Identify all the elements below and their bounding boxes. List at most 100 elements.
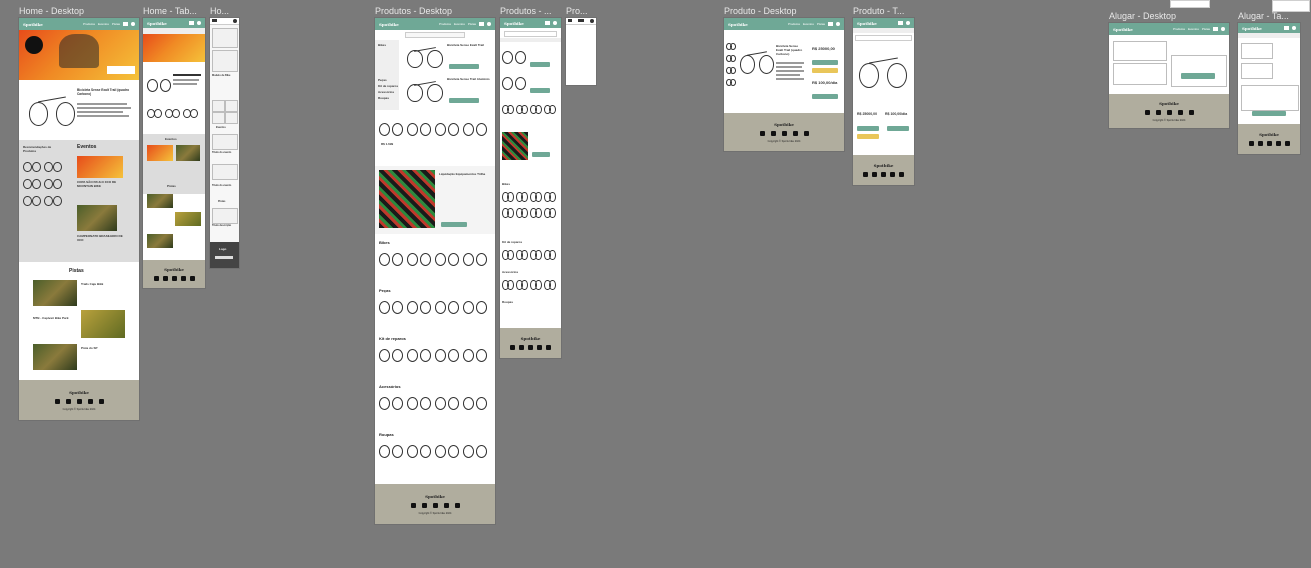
user-icon[interactable]	[197, 21, 201, 25]
facebook-icon[interactable]	[76, 398, 82, 404]
user-icon[interactable]	[233, 19, 237, 23]
frame-label-alugar-tablet[interactable]: Alugar - Ta...	[1238, 11, 1289, 21]
youtube-icon[interactable]	[1188, 109, 1194, 115]
facebook-icon[interactable]	[171, 276, 177, 281]
category-tabs[interactable]	[500, 38, 561, 42]
frame-label-produtos-mobile[interactable]: Pro...	[566, 6, 588, 16]
menu-icon[interactable]	[568, 19, 572, 22]
address-box[interactable]	[1113, 41, 1167, 61]
rent-button[interactable]	[812, 94, 838, 99]
search-input[interactable]	[855, 35, 912, 41]
linkedin-icon[interactable]	[54, 398, 60, 404]
user-icon[interactable]	[906, 21, 910, 25]
twitter-icon[interactable]	[1275, 141, 1281, 146]
nav-link-pistas[interactable]: Pistas	[112, 22, 120, 26]
user-icon[interactable]	[131, 22, 135, 26]
twitter-icon[interactable]	[1177, 109, 1183, 115]
equipment-buy-button[interactable]	[441, 222, 467, 227]
search-input[interactable]	[405, 32, 465, 38]
nav-link-eventos[interactable]: Eventos	[803, 22, 814, 26]
sidebar-item-acessorios[interactable]: Acessórios	[378, 90, 394, 94]
logo[interactable]: Spotbike	[23, 22, 43, 27]
product2-buy-button[interactable]	[449, 98, 479, 103]
frame-label-produto-desktop[interactable]: Produto - Desktop	[724, 6, 797, 16]
nav-link-produtos[interactable]: Produtos	[83, 22, 95, 26]
youtube-icon[interactable]	[899, 172, 904, 177]
twitter-icon[interactable]	[180, 276, 186, 281]
logo[interactable]: Spotbike	[147, 21, 167, 26]
facebook-icon[interactable]	[781, 130, 787, 136]
linkedin-icon[interactable]	[1144, 109, 1150, 115]
facebook-icon[interactable]	[1166, 109, 1172, 115]
event2-image[interactable]	[176, 145, 200, 161]
nav-link-produtos[interactable]: Produtos	[788, 22, 800, 26]
linkedin-icon[interactable]	[510, 345, 515, 350]
facebook-icon[interactable]	[1266, 141, 1272, 146]
facebook-icon[interactable]	[528, 345, 533, 350]
track3-image[interactable]	[147, 234, 173, 248]
event1-image[interactable]	[77, 156, 123, 178]
nav-link-pistas[interactable]: Pistas	[1202, 27, 1210, 31]
nav-link-pistas[interactable]: Pistas	[817, 22, 825, 26]
frame-label-produto-tablet[interactable]: Produto - T...	[853, 6, 904, 16]
confirm-rent-button[interactable]	[1181, 73, 1215, 79]
nav-link-eventos[interactable]: Eventos	[454, 22, 465, 26]
add-to-cart-button[interactable]	[857, 134, 879, 139]
frame-label-home-desktop[interactable]: Home - Desktop	[19, 6, 84, 16]
track2-image[interactable]	[175, 212, 201, 226]
twitter-icon[interactable]	[890, 172, 895, 177]
youtube-icon[interactable]	[98, 398, 104, 404]
buy-button[interactable]	[857, 126, 879, 131]
youtube-icon[interactable]	[189, 276, 195, 281]
twitter-icon[interactable]	[537, 345, 542, 350]
sidebar-item-pecas[interactable]: Peças	[378, 78, 387, 82]
nav-link-eventos[interactable]: Eventos	[98, 22, 109, 26]
frame-label-home-mobile[interactable]: Ho...	[210, 6, 229, 16]
frame-label-produtos-tablet[interactable]: Produtos - ...	[500, 6, 552, 16]
twitter-icon[interactable]	[792, 130, 798, 136]
twitter-icon[interactable]	[87, 398, 93, 404]
nav-link-eventos[interactable]: Eventos	[1188, 27, 1199, 31]
instagram-icon[interactable]	[519, 345, 524, 350]
cart-icon[interactable]	[828, 22, 833, 26]
youtube-icon[interactable]	[454, 502, 460, 508]
user-icon[interactable]	[487, 22, 491, 26]
rent-button[interactable]	[887, 126, 909, 131]
cart-icon[interactable]	[898, 21, 903, 25]
sidebar-item-kit[interactable]: Kit de reparos	[378, 84, 398, 88]
payment-box[interactable]	[1241, 63, 1273, 79]
instagram-icon[interactable]	[162, 276, 168, 281]
user-icon[interactable]	[553, 21, 557, 25]
equipment-image[interactable]	[379, 170, 435, 228]
linkedin-icon[interactable]	[863, 172, 868, 177]
product1-image[interactable]	[502, 46, 526, 64]
twitter-icon[interactable]	[443, 502, 449, 508]
event2-image[interactable]	[77, 205, 117, 231]
youtube-icon[interactable]	[803, 130, 809, 136]
nav-link-produtos[interactable]: Produtos	[1173, 27, 1185, 31]
equipment-image[interactable]	[502, 132, 528, 160]
buy-button[interactable]	[812, 60, 838, 65]
payment-box[interactable]	[1113, 63, 1167, 85]
instagram-icon[interactable]	[770, 130, 776, 136]
logo[interactable]: Spotbike	[728, 22, 748, 27]
youtube-icon[interactable]	[1284, 141, 1290, 146]
linkedin-icon[interactable]	[153, 276, 159, 281]
cart-icon[interactable]	[1284, 26, 1289, 30]
cart-icon[interactable]	[1213, 27, 1218, 31]
frame-label-produtos-desktop[interactable]: Produtos - Desktop	[375, 6, 452, 16]
add-to-cart-button[interactable]	[812, 68, 838, 73]
logo[interactable]: Spotbike	[1113, 27, 1133, 32]
cart-icon[interactable]	[545, 21, 550, 25]
track3-image[interactable]	[33, 344, 77, 370]
logo[interactable]: Spotbike	[857, 21, 877, 26]
user-icon[interactable]	[836, 22, 840, 26]
logo[interactable]: Spotbike	[379, 22, 399, 27]
facebook-icon[interactable]	[432, 502, 438, 508]
instagram-icon[interactable]	[1257, 141, 1263, 146]
user-icon[interactable]	[1221, 27, 1225, 31]
event1-image[interactable]	[147, 145, 173, 161]
user-icon[interactable]	[590, 19, 594, 23]
linkedin-icon[interactable]	[759, 130, 765, 136]
sidebar-item-roupas[interactable]: Roupas	[378, 96, 389, 100]
